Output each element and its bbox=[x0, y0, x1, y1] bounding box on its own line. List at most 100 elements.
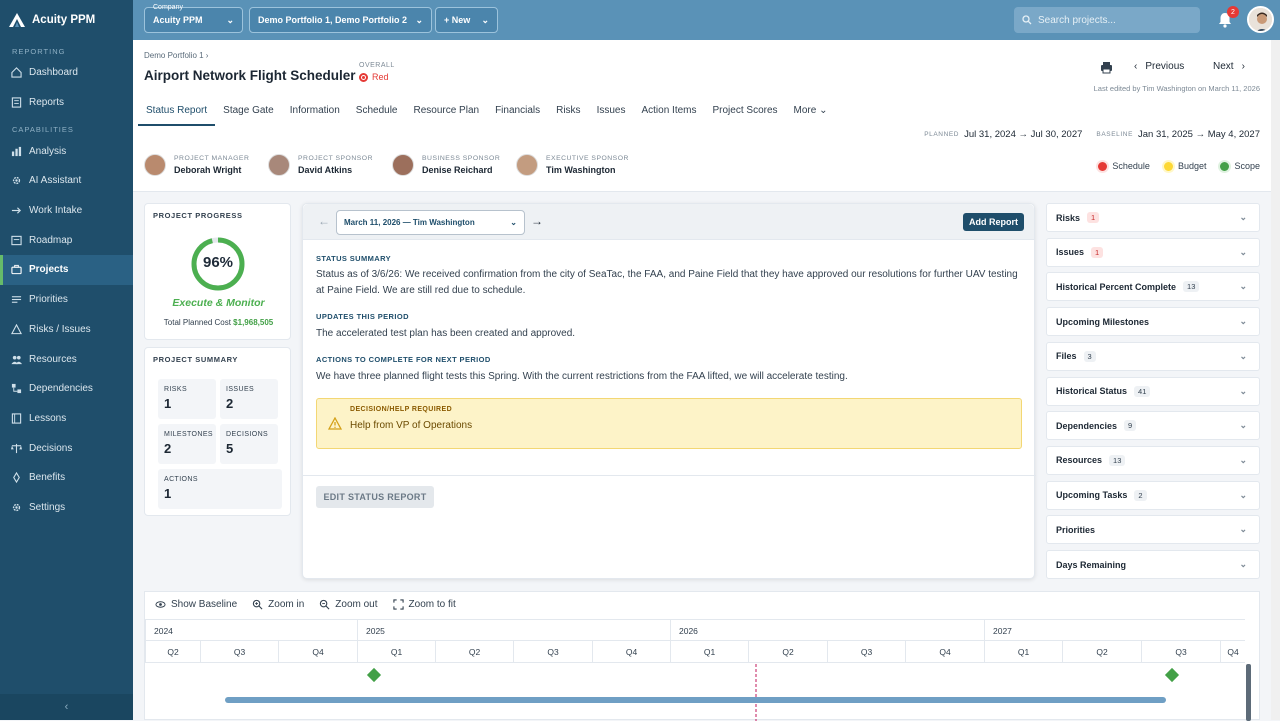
accordion-label: Historical Percent Complete bbox=[1056, 281, 1177, 292]
tab-schedule[interactable]: Schedule bbox=[348, 98, 406, 126]
overall-value: Red bbox=[372, 72, 389, 82]
accordion-upcoming-milestones[interactable]: Upcoming Milestones ⌄ bbox=[1046, 307, 1260, 337]
summary-decisions[interactable]: DECISIONS 5 bbox=[220, 424, 278, 464]
accordion-resources[interactable]: Resources 13 ⌄ bbox=[1046, 445, 1260, 475]
accordion-issues[interactable]: Issues 1 ⌄ bbox=[1046, 237, 1260, 267]
gantt-year: 2027 bbox=[984, 619, 1245, 641]
company-select[interactable]: Company Acuity PPM ⌄ bbox=[144, 4, 243, 33]
sidebar-item-reports[interactable]: Reports bbox=[0, 88, 133, 118]
accordion-label: Upcoming Tasks bbox=[1056, 490, 1128, 501]
person-card: PROJECT SPONSOR David Atkins bbox=[268, 154, 392, 176]
new-button[interactable]: + New ⌄ bbox=[435, 7, 498, 33]
zoom-to-fit-button[interactable]: Zoom to fit bbox=[392, 599, 456, 610]
sidebar-item-lessons[interactable]: Lessons bbox=[0, 404, 133, 434]
tab-information[interactable]: Information bbox=[282, 98, 348, 126]
sidebar-item-label: Lessons bbox=[29, 412, 67, 424]
baseline-dates: Jan 31, 2025 → May 4, 2027 bbox=[1138, 129, 1260, 140]
sidebar-item-analysis[interactable]: Analysis bbox=[0, 136, 133, 166]
page-scrollbar[interactable] bbox=[1271, 40, 1280, 720]
count-badge: 41 bbox=[1134, 385, 1151, 397]
sidebar-item-decisions[interactable]: Decisions bbox=[0, 433, 133, 463]
tab-resource-plan[interactable]: Resource Plan bbox=[405, 98, 487, 126]
tab-issues[interactable]: Issues bbox=[589, 98, 634, 126]
summary-key: RISKS bbox=[164, 386, 188, 393]
sidebar-item-roadmap[interactable]: Roadmap bbox=[0, 225, 133, 255]
accordion-risks[interactable]: Risks 1 ⌄ bbox=[1046, 203, 1260, 232]
arrow-left-icon[interactable]: ← bbox=[318, 214, 330, 228]
search-input[interactable]: Search projects... bbox=[1014, 7, 1200, 33]
summary-key: ACTIONS bbox=[164, 476, 198, 483]
tool-label: Zoom in bbox=[268, 599, 305, 610]
sidebar-item-settings[interactable]: Settings bbox=[0, 493, 133, 523]
print-icon[interactable] bbox=[1100, 61, 1113, 74]
sidebar-item-ai-assistant[interactable]: AI Assistant bbox=[0, 166, 133, 196]
person-card: BUSINESS SPONSOR Denise Reichard bbox=[392, 154, 516, 176]
tool-label: Zoom to fit bbox=[408, 599, 456, 610]
sidebar-item-priorities[interactable]: Priorities bbox=[0, 285, 133, 315]
tab-stage-gate[interactable]: Stage Gate bbox=[215, 98, 282, 126]
arrow-right-icon[interactable]: → bbox=[531, 214, 543, 228]
overall-label: OVERALL bbox=[359, 62, 395, 69]
tab-financials[interactable]: Financials bbox=[487, 98, 548, 126]
summary-risks[interactable]: RISKS 1 bbox=[158, 379, 216, 419]
cost-label: Total Planned Cost bbox=[163, 318, 231, 327]
person-role: PROJECT MANAGER bbox=[174, 155, 250, 162]
edit-status-report-button[interactable]: EDIT STATUS REPORT bbox=[316, 486, 434, 508]
portfolio-select[interactable]: Demo Portfolio 1, Demo Portfolio 2 ⌄ bbox=[249, 7, 432, 33]
gantt-quarter: Q4 bbox=[592, 641, 670, 663]
sidebar-item-risks-issues[interactable]: Risks / Issues bbox=[0, 315, 133, 345]
accordion-files[interactable]: Files 3 ⌄ bbox=[1046, 341, 1260, 371]
person-card: EXECUTIVE SPONSOR Tim Washington bbox=[516, 154, 640, 176]
cost-value: $1,968,505 bbox=[233, 318, 274, 327]
next-button[interactable]: Next › bbox=[1213, 61, 1245, 72]
person-role: BUSINESS SPONSOR bbox=[422, 155, 501, 162]
sidebar-item-work-intake[interactable]: Work Intake bbox=[0, 196, 133, 226]
zoom-in-icon bbox=[252, 599, 263, 610]
previous-button[interactable]: ‹ Previous bbox=[1134, 61, 1184, 72]
sidebar-item-projects[interactable]: Projects bbox=[0, 255, 133, 285]
sidebar-item-label: Roadmap bbox=[29, 234, 73, 246]
zoom-in-button[interactable]: Zoom in bbox=[252, 599, 304, 610]
app-logo[interactable]: Acuity PPM bbox=[0, 0, 133, 40]
actions-label: ACTIONS TO COMPLETE FOR NEXT PERIOD bbox=[316, 355, 491, 364]
sidebar-item-resources[interactable]: Resources bbox=[0, 344, 133, 374]
accordion-upcoming-tasks[interactable]: Upcoming Tasks 2 ⌄ bbox=[1046, 480, 1260, 510]
sidebar-item-benefits[interactable]: Benefits bbox=[0, 463, 133, 493]
person-role: PROJECT SPONSOR bbox=[298, 155, 373, 162]
summary-key: DECISIONS bbox=[226, 431, 269, 438]
tab-action-items[interactable]: Action Items bbox=[633, 98, 704, 126]
project-people: PROJECT MANAGER Deborah Wright PROJECT SPO… bbox=[144, 154, 640, 176]
tab-status-report[interactable]: Status Report bbox=[138, 98, 216, 126]
sidebar-item-dependencies[interactable]: Dependencies bbox=[0, 374, 133, 404]
user-avatar[interactable] bbox=[1247, 6, 1274, 33]
summary-issues[interactable]: ISSUES 2 bbox=[220, 379, 278, 419]
summary-actions[interactable]: ACTIONS 1 bbox=[158, 469, 282, 509]
sidebar-item-label: Analysis bbox=[29, 145, 67, 157]
tab-more[interactable]: More ⌄ bbox=[786, 98, 836, 126]
report-select[interactable]: March 11, 2026 — Tim Washington ⌄ bbox=[336, 210, 525, 235]
chevron-down-icon: ⌄ bbox=[816, 105, 828, 116]
chevron-down-icon: ⌄ bbox=[1239, 316, 1247, 327]
add-report-button[interactable]: Add Report bbox=[963, 213, 1024, 231]
accordion-days-remaining[interactable]: Days Remaining ⌄ bbox=[1046, 550, 1260, 579]
breadcrumb[interactable]: Demo Portfolio 1 › bbox=[144, 51, 208, 60]
date-range: PLANNED Jul 31, 2024 → Jul 30, 2027 BASE… bbox=[924, 129, 1260, 140]
summary-milestones[interactable]: MILESTONES 2 bbox=[158, 424, 216, 464]
zoom-out-button[interactable]: Zoom out bbox=[319, 599, 378, 610]
decision-callout: DECISION/HELP REQUIRED Help from VP of O… bbox=[316, 398, 1022, 449]
sidebar-item-label: AI Assistant bbox=[29, 175, 82, 187]
tab-project-scores[interactable]: Project Scores bbox=[705, 98, 786, 126]
accordion-historical-status[interactable]: Historical Status 41 ⌄ bbox=[1046, 376, 1260, 406]
accordion-priorities[interactable]: Priorities ⌄ bbox=[1046, 515, 1260, 545]
accordion-label: Issues bbox=[1056, 247, 1085, 258]
sidebar-item-dashboard[interactable]: Dashboard bbox=[0, 58, 133, 88]
accordion-dependencies[interactable]: Dependencies 9 ⌄ bbox=[1046, 411, 1260, 441]
gantt-toolbar: Show Baseline Zoom in Zoom out Zoom to fit bbox=[155, 599, 456, 610]
tab-risks[interactable]: Risks bbox=[548, 98, 588, 126]
show-baseline-button[interactable]: Show Baseline bbox=[155, 599, 237, 610]
accordion-historical-percent-complete[interactable]: Historical Percent Complete 13 ⌄ bbox=[1046, 272, 1260, 302]
gantt-quarter: Q3 bbox=[827, 641, 905, 663]
collapse-sidebar-button[interactable]: ‹ bbox=[0, 694, 133, 720]
decision-label: DECISION/HELP REQUIRED bbox=[350, 406, 453, 413]
health-label: Schedule bbox=[1112, 161, 1150, 171]
